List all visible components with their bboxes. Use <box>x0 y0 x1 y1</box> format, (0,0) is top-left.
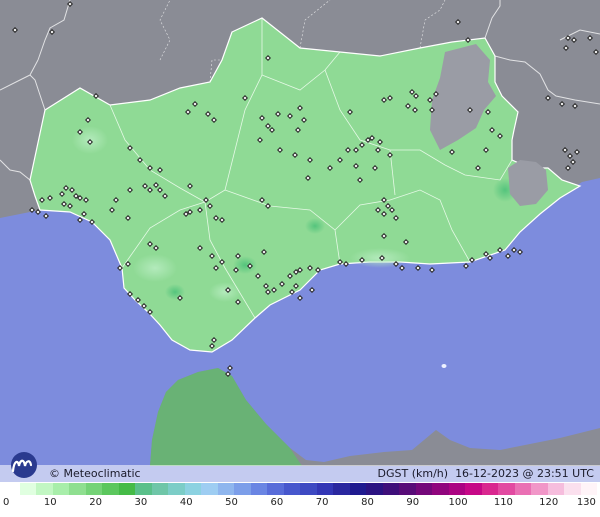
legend-swatch <box>333 483 350 495</box>
gust-patch <box>305 218 325 234</box>
legend-swatch <box>234 483 251 495</box>
legend-swatch <box>316 483 333 495</box>
gust-map <box>0 0 600 517</box>
legend-tick-label: 110 <box>493 497 513 508</box>
legend-swatch <box>366 483 383 495</box>
legend-swatch <box>168 483 185 495</box>
legend-swatch <box>415 483 432 495</box>
legend-swatch <box>36 483 53 495</box>
copyright-label: © Meteoclimatic <box>49 467 141 480</box>
legend-swatch <box>267 483 284 495</box>
legend-swatch <box>465 483 482 495</box>
legend-swatch <box>135 483 152 495</box>
legend-swatch <box>118 483 135 495</box>
legend-swatch <box>201 483 218 495</box>
legend-tick-label: 80 <box>361 497 374 508</box>
legend-swatch <box>300 483 317 495</box>
legend-tick-label: 130 <box>576 497 596 508</box>
legend-swatch <box>564 483 581 495</box>
map-caption: DGST (km/h) 16-12-2023 @ 23:51 UTC <box>378 467 594 480</box>
legend-tick-label: 40 <box>179 497 193 508</box>
legend-swatches <box>3 483 597 495</box>
legend-swatch <box>19 483 36 495</box>
legend-swatch <box>382 483 399 495</box>
meteoclimatic-logo-icon <box>11 452 37 478</box>
legend-swatch <box>184 483 201 495</box>
legend-swatch <box>217 483 234 495</box>
legend-swatch <box>283 483 300 495</box>
legend-swatch <box>399 483 416 495</box>
legend-tick-label: 90 <box>406 497 420 508</box>
legend-swatch <box>349 483 366 495</box>
legend-swatch <box>69 483 86 495</box>
legend-swatch <box>547 483 564 495</box>
legend-swatch <box>498 483 515 495</box>
legend-swatch <box>3 483 20 495</box>
legend-swatch <box>432 483 449 495</box>
legend-tick-label: 30 <box>134 497 148 508</box>
legend-tick-label: 100 <box>448 497 468 508</box>
calm-patch <box>133 254 177 282</box>
legend-swatch <box>52 483 69 495</box>
legend-swatch <box>102 483 119 495</box>
alboran-island <box>441 364 447 368</box>
legend-tick-label: 50 <box>225 497 238 508</box>
legend-swatch <box>531 483 548 495</box>
legend-tick-label: 20 <box>89 497 102 508</box>
legend-tick-label: 10 <box>43 497 57 508</box>
legend-swatch <box>250 483 267 495</box>
legend-tick-label: 60 <box>270 497 284 508</box>
legend-ticks: 0 10 20 30 40 50 60 70 80 90 100 110 120 130 <box>0 497 600 513</box>
legend-swatch <box>85 483 102 495</box>
legend-swatch <box>448 483 465 495</box>
legend-tick-label: 0 <box>3 497 10 508</box>
legend-tick-label: 70 <box>315 497 329 508</box>
calm-patch <box>209 282 241 302</box>
timestamp-label: 16-12-2023 @ 23:51 UTC <box>455 467 594 480</box>
legend-swatch <box>151 483 168 495</box>
legend-tick-label: 120 <box>539 497 559 508</box>
variable-label: DGST (km/h) <box>377 467 449 480</box>
legend-swatch <box>481 483 498 495</box>
color-legend: 0 10 20 30 40 50 60 70 80 90 100 110 120 130 <box>0 482 600 517</box>
legend-swatch <box>580 483 597 495</box>
legend-swatch <box>514 483 531 495</box>
